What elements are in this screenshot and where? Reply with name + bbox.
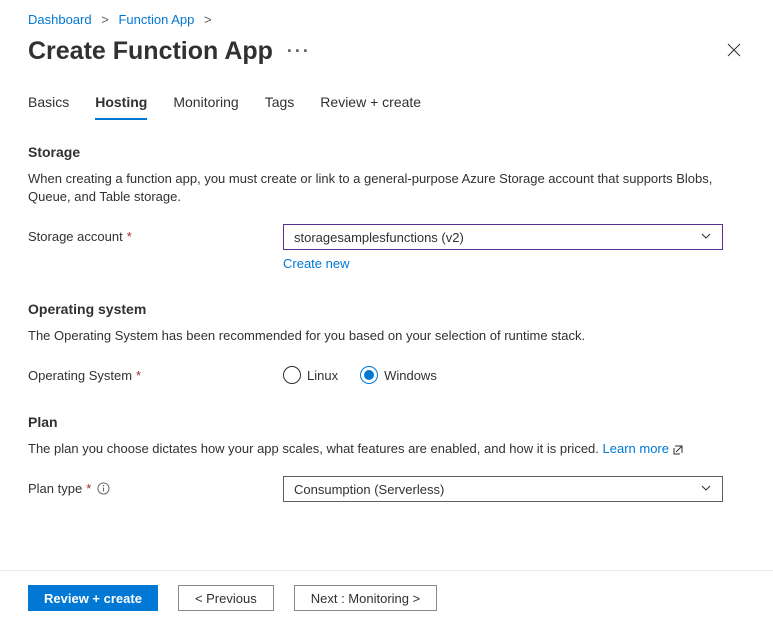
previous-button[interactable]: < Previous bbox=[178, 585, 274, 611]
breadcrumb-functionapp[interactable]: Function App bbox=[118, 12, 194, 27]
storage-desc: When creating a function app, you must c… bbox=[28, 170, 745, 206]
chevron-down-icon bbox=[700, 482, 712, 497]
os-heading: Operating system bbox=[28, 301, 745, 317]
breadcrumb-sep: > bbox=[101, 12, 109, 27]
plan-heading: Plan bbox=[28, 414, 745, 430]
breadcrumb-sep: > bbox=[204, 12, 212, 27]
tabs: Basics Hosting Monitoring Tags Review + … bbox=[28, 94, 745, 120]
storage-heading: Storage bbox=[28, 144, 745, 160]
learn-more-link[interactable]: Learn more bbox=[603, 441, 669, 456]
os-label: Operating System* bbox=[28, 363, 283, 383]
radio-linux[interactable]: Linux bbox=[283, 366, 338, 384]
radio-icon bbox=[283, 366, 301, 384]
ellipsis-icon[interactable]: ··· bbox=[287, 41, 311, 62]
os-desc: The Operating System has been recommende… bbox=[28, 327, 745, 345]
page-title: Create Function App ··· bbox=[28, 37, 311, 66]
plan-type-select[interactable]: Consumption (Serverless) bbox=[283, 476, 723, 502]
breadcrumb: Dashboard > Function App > bbox=[28, 12, 745, 27]
info-icon[interactable] bbox=[97, 482, 110, 495]
tab-basics[interactable]: Basics bbox=[28, 94, 69, 120]
next-button[interactable]: Next : Monitoring > bbox=[294, 585, 437, 611]
plan-type-value: Consumption (Serverless) bbox=[294, 482, 444, 497]
create-new-link[interactable]: Create new bbox=[283, 256, 349, 271]
external-link-icon bbox=[673, 445, 683, 455]
tab-review[interactable]: Review + create bbox=[320, 94, 421, 120]
storage-account-value: storagesamplesfunctions (v2) bbox=[294, 230, 464, 245]
review-create-button[interactable]: Review + create bbox=[28, 585, 158, 611]
breadcrumb-dashboard[interactable]: Dashboard bbox=[28, 12, 92, 27]
storage-account-label: Storage account* bbox=[28, 224, 283, 244]
tab-tags[interactable]: Tags bbox=[265, 94, 295, 120]
plan-type-label: Plan type* bbox=[28, 476, 283, 496]
plan-desc: The plan you choose dictates how your ap… bbox=[28, 440, 745, 458]
radio-linux-label: Linux bbox=[307, 368, 338, 383]
radio-windows[interactable]: Windows bbox=[360, 366, 437, 384]
close-icon[interactable] bbox=[723, 39, 745, 64]
radio-windows-label: Windows bbox=[384, 368, 437, 383]
chevron-down-icon bbox=[700, 230, 712, 245]
tab-hosting[interactable]: Hosting bbox=[95, 94, 147, 120]
storage-account-select[interactable]: storagesamplesfunctions (v2) bbox=[283, 224, 723, 250]
radio-icon bbox=[360, 366, 378, 384]
tab-monitoring[interactable]: Monitoring bbox=[173, 94, 238, 120]
footer: Review + create < Previous Next : Monito… bbox=[0, 570, 773, 625]
